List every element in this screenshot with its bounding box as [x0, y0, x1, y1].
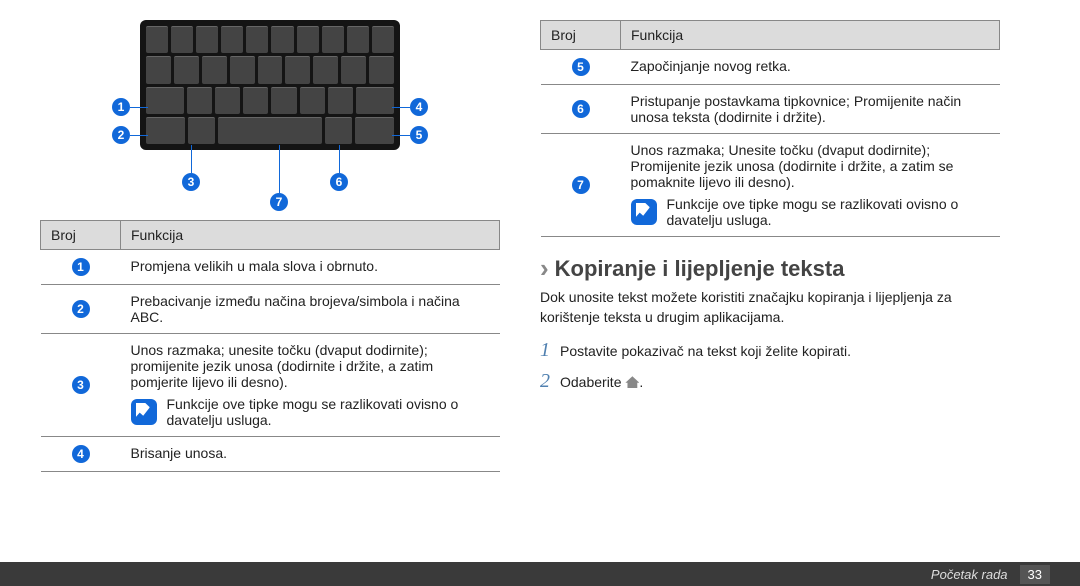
step-text: Odaberite . — [560, 374, 643, 390]
table-row: 6 Pristupanje postavkama tipkovnice; Pro… — [541, 85, 1000, 134]
section-heading-text: Kopiranje i lijepljenje teksta — [555, 256, 845, 282]
note-icon — [631, 199, 657, 225]
num-icon: 7 — [572, 176, 590, 194]
row-num: 5 — [541, 50, 621, 85]
th-funkcija: Funkcija — [621, 21, 1000, 50]
row-num: 2 — [41, 285, 121, 334]
row-num: 4 — [41, 437, 121, 472]
table-row: 5 Započinjanje novog retka. — [541, 50, 1000, 85]
row-text: Započinjanje novog retka. — [621, 50, 1000, 85]
table-row: 3 Unos razmaka; unesite točku (dvaput do… — [41, 334, 500, 437]
num-icon: 6 — [572, 100, 590, 118]
left-column: 1 2 4 5 3 6 7 Broj Funkcija 1 Promjena — [40, 20, 500, 560]
footer-chapter: Početak rada — [931, 567, 1008, 582]
table-header-row: Broj Funkcija — [41, 221, 500, 250]
section-paragraph: Dok unosite tekst možete koristiti znača… — [540, 288, 1000, 327]
right-column: Broj Funkcija 5 Započinjanje novog retka… — [540, 20, 1000, 560]
footer-page-number: 33 — [1020, 565, 1050, 584]
row-num: 1 — [41, 250, 121, 285]
table-row: 1 Promjena velikih u mala slova i obrnut… — [41, 250, 500, 285]
num-icon: 4 — [72, 445, 90, 463]
note-icon — [131, 399, 157, 425]
num-icon: 3 — [72, 376, 90, 394]
keyboard-diagram: 1 2 4 5 3 6 7 — [130, 20, 410, 200]
row-num: 7 — [541, 134, 621, 237]
row-text: Pristupanje postavkama tipkovnice; Promi… — [621, 85, 1000, 134]
section-heading: Kopiranje i lijepljenje teksta — [540, 253, 1000, 284]
anno-num-2: 2 — [112, 126, 130, 144]
anno-3: 3 — [182, 145, 200, 191]
table-row: 4 Brisanje unosa. — [41, 437, 500, 472]
anno-1: 1 — [112, 98, 148, 116]
right-function-table: Broj Funkcija 5 Započinjanje novog retka… — [540, 20, 1000, 237]
anno-num-3: 3 — [182, 173, 200, 191]
row-text: Unos razmaka; unesite točku (dvaput dodi… — [121, 334, 500, 437]
page-layout: 1 2 4 5 3 6 7 Broj Funkcija 1 Promjena — [0, 0, 1080, 560]
anno-5: 5 — [392, 126, 428, 144]
th-broj: Broj — [41, 221, 121, 250]
note-text: Funkcije ove tipke mogu se razlikovati o… — [167, 396, 490, 428]
row-text: Brisanje unosa. — [121, 437, 500, 472]
row-text: Unos razmaka; Unesite točku (dvaput dodi… — [621, 134, 1000, 237]
anno-4: 4 — [392, 98, 428, 116]
anno-2: 2 — [112, 126, 148, 144]
note-box: Funkcije ove tipke mogu se razlikovati o… — [631, 196, 990, 228]
table-row: 2 Prebacivanje između načina brojeva/sim… — [41, 285, 500, 334]
row-num: 6 — [541, 85, 621, 134]
step-text: Postavite pokazivač na tekst koji želite… — [560, 343, 851, 359]
th-broj: Broj — [541, 21, 621, 50]
step-2: 2 Odaberite . — [540, 370, 1000, 393]
anno-num-4: 4 — [410, 98, 428, 116]
num-icon: 1 — [72, 258, 90, 276]
step-2-suffix: . — [639, 374, 643, 390]
row-text-content: Unos razmaka; Unesite točku (dvaput dodi… — [631, 142, 954, 190]
note-text: Funkcije ove tipke mogu se razlikovati o… — [667, 196, 990, 228]
row-num: 3 — [41, 334, 121, 437]
note-box: Funkcije ove tipke mogu se razlikovati o… — [131, 396, 490, 428]
th-funkcija: Funkcija — [121, 221, 500, 250]
row-text: Promjena velikih u mala slova i obrnuto. — [121, 250, 500, 285]
page-footer: Početak rada 33 — [0, 562, 1080, 586]
home-icon — [625, 376, 639, 388]
row-text: Prebacivanje između načina brojeva/simbo… — [121, 285, 500, 334]
anno-6: 6 — [330, 145, 348, 191]
step-number: 2 — [540, 370, 550, 393]
anno-num-5: 5 — [410, 126, 428, 144]
step-2-prefix: Odaberite — [560, 374, 625, 390]
table-header-row: Broj Funkcija — [541, 21, 1000, 50]
left-function-table: Broj Funkcija 1 Promjena velikih u mala … — [40, 220, 500, 472]
anno-num-1: 1 — [112, 98, 130, 116]
num-icon: 5 — [572, 58, 590, 76]
step-number: 1 — [540, 339, 550, 362]
anno-num-7: 7 — [270, 193, 288, 211]
step-1: 1 Postavite pokazivač na tekst koji želi… — [540, 339, 1000, 362]
num-icon: 2 — [72, 300, 90, 318]
anno-7: 7 — [270, 145, 288, 211]
onscreen-keyboard — [140, 20, 400, 150]
anno-num-6: 6 — [330, 173, 348, 191]
table-row: 7 Unos razmaka; Unesite točku (dvaput do… — [541, 134, 1000, 237]
row-text-content: Unos razmaka; unesite točku (dvaput dodi… — [131, 342, 434, 390]
